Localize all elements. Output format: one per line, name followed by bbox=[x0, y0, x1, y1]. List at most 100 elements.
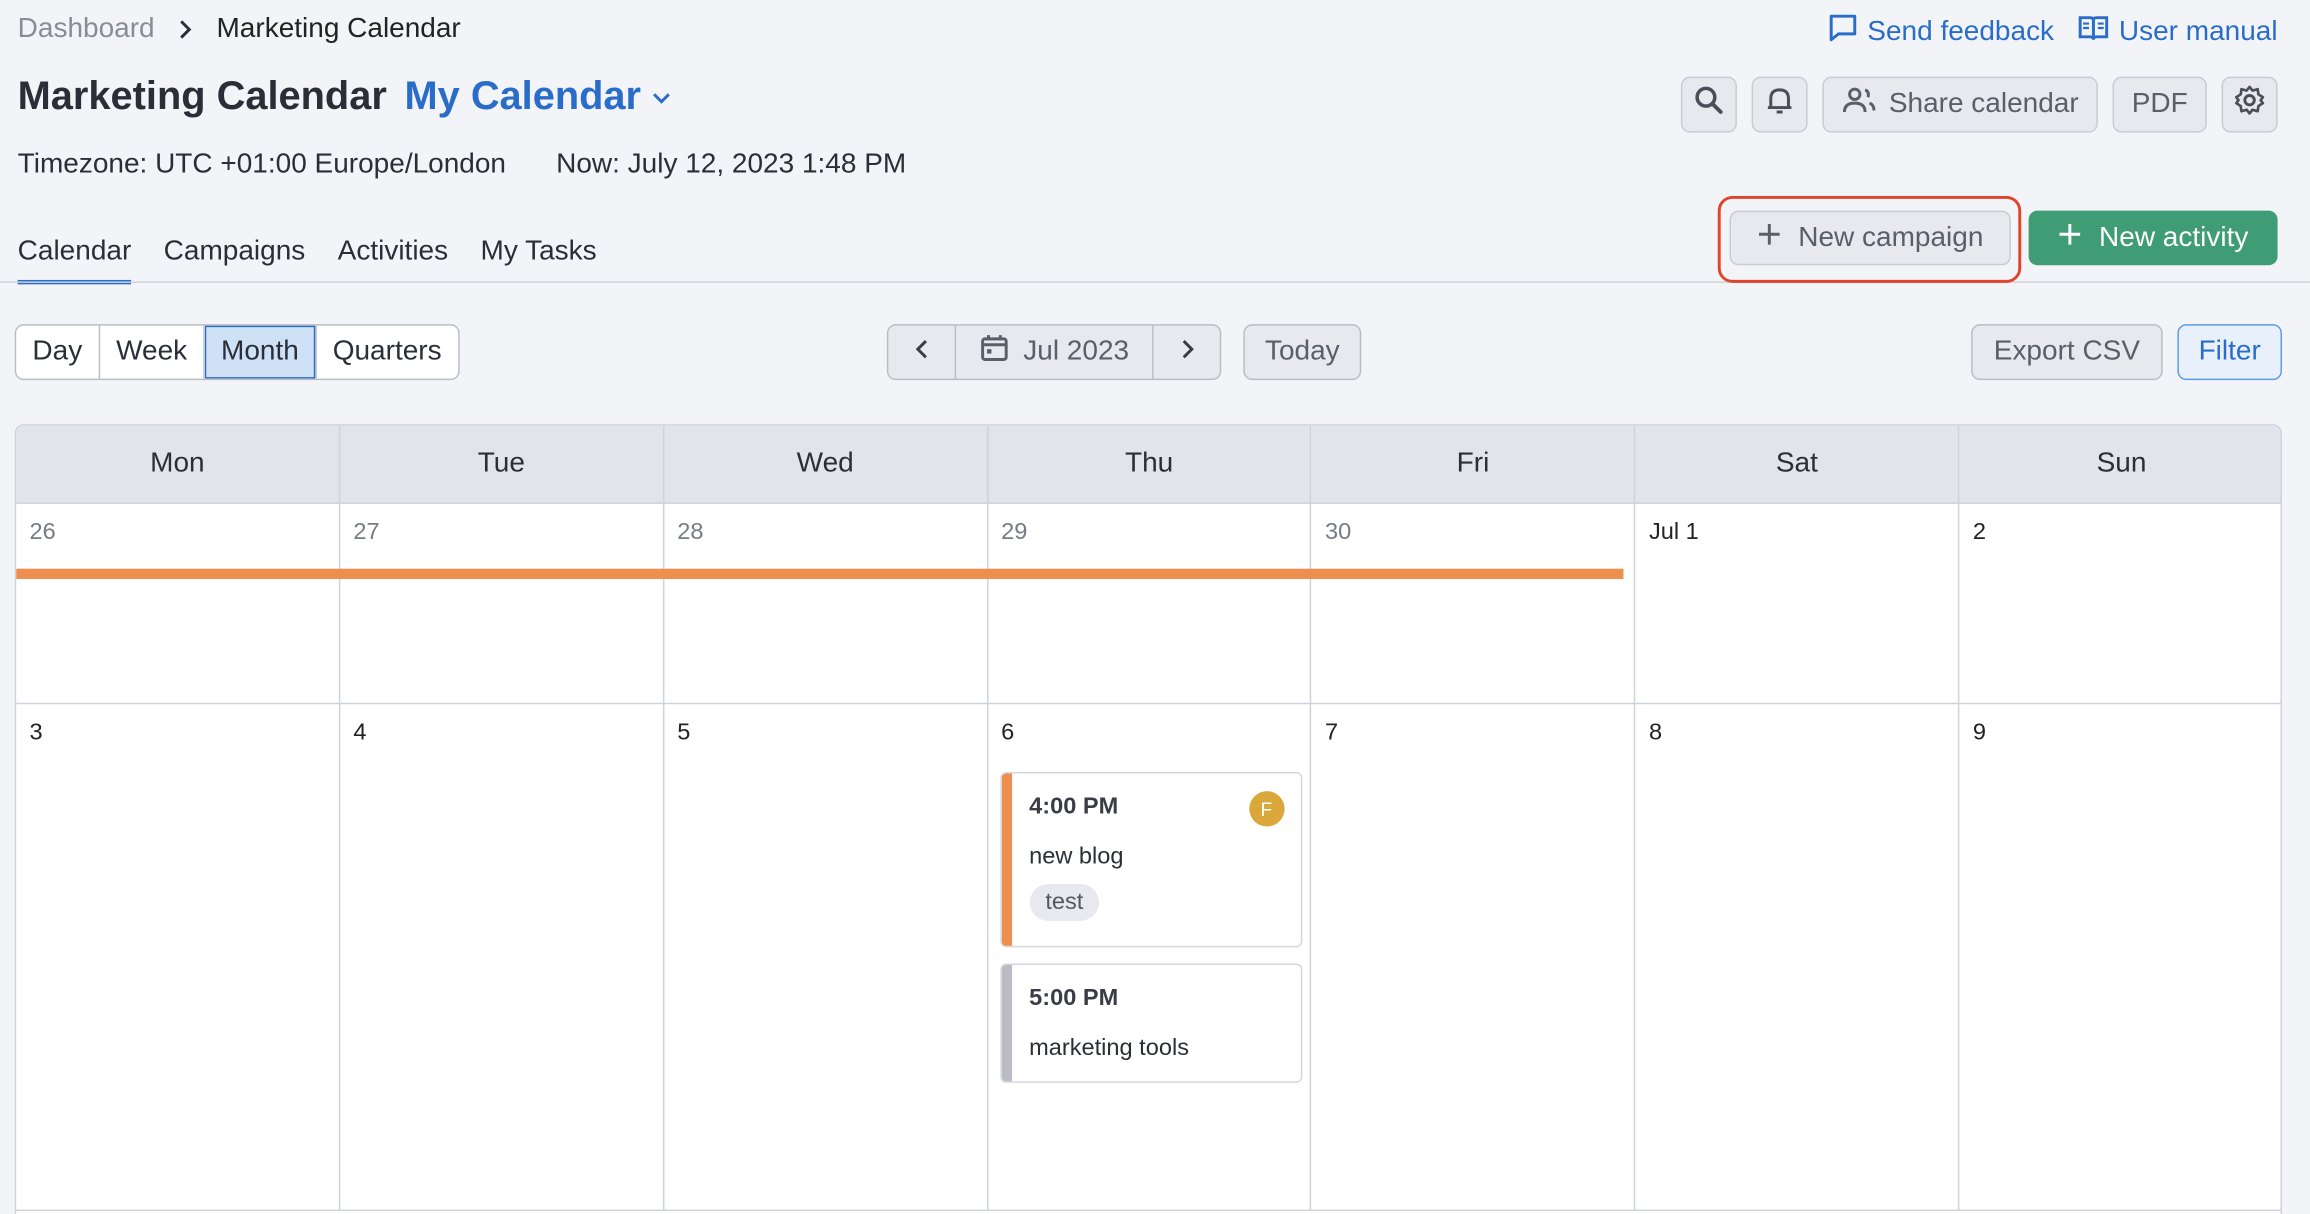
week-row: 3 4 5 6 4:00 PM F new blog test 5:00 PM … bbox=[16, 704, 2281, 1212]
new-campaign-button[interactable]: New campaign bbox=[1729, 210, 2011, 266]
day-cell[interactable]: 7 bbox=[1312, 704, 1636, 1210]
new-activity-label: New activity bbox=[2099, 221, 2249, 253]
day-cell[interactable]: 5 bbox=[664, 704, 988, 1210]
breadcrumb-current: Marketing Calendar bbox=[216, 13, 461, 45]
new-campaign-label: New campaign bbox=[1798, 221, 1984, 253]
calendar-name: My Calendar bbox=[404, 73, 642, 118]
activity-card[interactable]: 5:00 PM marketing tools bbox=[999, 963, 1302, 1083]
new-activity-button[interactable]: New activity bbox=[2028, 210, 2278, 266]
plus-icon bbox=[2058, 222, 2082, 254]
day-number: 27 bbox=[353, 520, 380, 546]
tab-my-tasks[interactable]: My Tasks bbox=[481, 236, 597, 285]
weekday-header: Tue bbox=[340, 425, 664, 503]
day-cell[interactable]: 4 bbox=[340, 704, 664, 1210]
day-cell[interactable]: 2 bbox=[1960, 504, 2281, 703]
weekday-header: Sat bbox=[1636, 425, 1960, 503]
day-cell[interactable]: 27 bbox=[340, 503, 664, 703]
book-icon bbox=[2078, 12, 2110, 53]
export-csv-button[interactable]: Export CSV bbox=[1971, 324, 2163, 381]
day-number: 26 bbox=[29, 520, 56, 546]
notifications-button[interactable] bbox=[1751, 76, 1808, 133]
day-number: 28 bbox=[677, 520, 704, 546]
view-day[interactable]: Day bbox=[16, 325, 100, 379]
tab-campaigns[interactable]: Campaigns bbox=[164, 236, 306, 285]
day-number: 8 bbox=[1648, 720, 1663, 746]
title-row: Marketing Calendar My Calendar bbox=[18, 74, 674, 120]
previous-month-button[interactable] bbox=[888, 326, 954, 379]
day-cell[interactable]: 3 bbox=[16, 704, 341, 1210]
day-cell[interactable]: 26 bbox=[16, 503, 341, 703]
feedback-icon bbox=[1826, 12, 1858, 53]
day-number: 9 bbox=[1972, 720, 1986, 746]
breadcrumb: Dashboard Marketing Calendar bbox=[18, 13, 461, 45]
send-feedback-link[interactable]: Send feedback bbox=[1826, 12, 2054, 53]
bell-icon bbox=[1764, 84, 1796, 125]
day-cell[interactable]: Jul 1 bbox=[1636, 503, 1960, 703]
day-number: 5 bbox=[677, 720, 691, 746]
tab-activities[interactable]: Activities bbox=[338, 236, 448, 285]
chevron-right-icon bbox=[1176, 338, 1197, 366]
calendar-meta: Timezone: UTC +01:00 Europe/London Now: … bbox=[18, 149, 907, 181]
view-week[interactable]: Week bbox=[100, 325, 205, 379]
day-number: 30 bbox=[1325, 520, 1352, 546]
current-month-label: Jul 2023 bbox=[1023, 335, 1130, 367]
main-tabs: Calendar Campaigns Activities My Tasks bbox=[17, 236, 597, 285]
share-calendar-label: Share calendar bbox=[1888, 88, 2079, 120]
day-number: 2 bbox=[1972, 520, 1986, 546]
search-button[interactable] bbox=[1681, 76, 1738, 133]
view-quarters[interactable]: Quarters bbox=[317, 326, 458, 379]
campaign-bar[interactable] bbox=[16, 568, 1624, 580]
user-manual-link[interactable]: User manual bbox=[2078, 12, 2278, 53]
today-button[interactable]: Today bbox=[1243, 324, 1362, 381]
pdf-button[interactable]: PDF bbox=[2112, 76, 2207, 133]
filter-button[interactable]: Filter bbox=[2177, 324, 2282, 381]
timezone-text: Timezone: UTC +01:00 Europe/London bbox=[17, 148, 507, 180]
week-row: 26 27 28 29 30 Jul 1 2 bbox=[16, 503, 2281, 705]
chevron-down-icon bbox=[650, 74, 674, 120]
user-manual-label: User manual bbox=[2118, 16, 2278, 48]
calendar-icon bbox=[979, 333, 1008, 371]
day-cell[interactable]: 6 4:00 PM F new blog test 5:00 PM market… bbox=[988, 704, 1312, 1210]
search-icon bbox=[1693, 84, 1725, 125]
weekday-header-row: Mon Tue Wed Thu Fri Sat Sun bbox=[16, 425, 2281, 504]
month-picker[interactable]: Jul 2023 bbox=[954, 325, 1154, 379]
day-number: 6 bbox=[1001, 720, 1015, 746]
activity-time: 5:00 PM bbox=[1029, 985, 1119, 1011]
activity-tag: test bbox=[1029, 883, 1100, 921]
day-number: 3 bbox=[29, 720, 43, 746]
day-cell[interactable]: 29 bbox=[988, 503, 1312, 703]
avatar: F bbox=[1248, 791, 1285, 827]
page-title: Marketing Calendar bbox=[17, 73, 387, 118]
date-navigator: Jul 2023 bbox=[886, 324, 1222, 381]
gear-icon bbox=[2233, 84, 2265, 125]
weekday-header: Wed bbox=[664, 425, 988, 503]
share-calendar-button[interactable]: Share calendar bbox=[1822, 76, 2098, 133]
header-links: Send feedback User manual bbox=[1826, 12, 2278, 53]
weekday-header: Mon bbox=[16, 425, 341, 503]
weekday-header: Thu bbox=[988, 425, 1312, 503]
view-month[interactable]: Month bbox=[204, 325, 317, 379]
day-cell[interactable]: 28 bbox=[664, 503, 988, 703]
activity-time: 4:00 PM bbox=[1029, 794, 1119, 820]
view-switcher: Day Week Month Quarters bbox=[14, 324, 460, 381]
header-toolbar: Share calendar PDF bbox=[1681, 76, 2278, 133]
pdf-label: PDF bbox=[2131, 88, 2188, 120]
calendar-selector[interactable]: My Calendar bbox=[405, 74, 674, 120]
chevron-left-icon bbox=[911, 338, 932, 366]
send-feedback-label: Send feedback bbox=[1867, 16, 2055, 48]
breadcrumb-dashboard-link[interactable]: Dashboard bbox=[18, 13, 155, 45]
activity-color-stripe bbox=[1001, 773, 1012, 946]
day-cell[interactable]: 8 bbox=[1636, 704, 1960, 1210]
settings-button[interactable] bbox=[2221, 76, 2278, 133]
next-month-button[interactable] bbox=[1154, 326, 1220, 379]
activity-name: new blog bbox=[1029, 844, 1124, 870]
day-number: 7 bbox=[1325, 720, 1339, 746]
day-cell[interactable]: 30 bbox=[1312, 503, 1636, 703]
day-number: Jul 1 bbox=[1648, 520, 1699, 546]
chevron-right-icon bbox=[175, 19, 196, 40]
weekday-header: Sun bbox=[2096, 447, 2147, 479]
tab-calendar[interactable]: Calendar bbox=[17, 236, 132, 285]
day-number: 29 bbox=[1001, 520, 1028, 546]
day-cell[interactable]: 9 bbox=[1960, 704, 2281, 1209]
activity-card[interactable]: 4:00 PM F new blog test bbox=[999, 772, 1302, 948]
